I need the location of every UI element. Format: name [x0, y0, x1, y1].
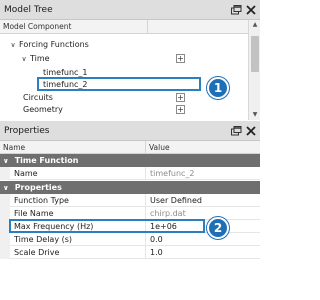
tree-item-label: timefunc_1: [43, 68, 88, 77]
tree-scrollbar[interactable]: ▲ ▼: [248, 20, 260, 120]
column-divider: [145, 246, 146, 259]
property-value[interactable]: 0.0: [150, 235, 163, 244]
property-row-scale-drive[interactable]: Scale Drive 1.0: [0, 246, 260, 259]
plus-icon[interactable]: +: [176, 54, 185, 63]
scroll-down-icon[interactable]: ▼: [249, 110, 261, 120]
column-divider: [145, 233, 146, 246]
tree-item-label: Circuits: [23, 93, 53, 102]
plus-icon[interactable]: +: [176, 93, 185, 102]
value-column: Value: [149, 143, 170, 152]
properties-header: Properties: [0, 121, 260, 141]
row-gutter: [0, 233, 10, 246]
section-time-function[interactable]: ∨ Time Function: [0, 154, 260, 167]
column-divider: [147, 20, 148, 34]
tree-item-circuits[interactable]: Circuits: [23, 92, 53, 103]
chevron-down-icon[interactable]: ∨: [9, 41, 17, 49]
row-gutter: [0, 167, 10, 180]
row-gutter: [0, 246, 10, 259]
chevron-down-icon[interactable]: ∨: [3, 184, 9, 192]
tree-item-label: Time: [30, 54, 50, 63]
model-component-column: Model Component: [3, 22, 72, 31]
tree-item-forcing-functions[interactable]: ∨ Forcing Functions: [9, 39, 89, 50]
model-tree-header: Model Tree: [0, 0, 260, 20]
close-icon[interactable]: [246, 4, 256, 15]
column-divider: [145, 194, 146, 207]
float-window-icon[interactable]: [231, 125, 242, 136]
model-tree-column-header: Model Component: [0, 20, 248, 34]
name-column: Name: [3, 143, 26, 152]
row-gutter: [0, 194, 10, 207]
tree-item-geometry[interactable]: Geometry: [23, 104, 63, 115]
property-name: Time Delay (s): [14, 235, 73, 244]
model-tree-title: Model Tree: [4, 4, 53, 15]
plus-icon[interactable]: +: [176, 105, 185, 114]
column-divider: [145, 141, 146, 154]
property-name: Name: [14, 169, 38, 178]
tree-item-label: Forcing Functions: [19, 40, 89, 49]
section-label: Time Function: [14, 156, 79, 165]
property-name: Function Type: [14, 196, 69, 205]
selection-highlight: [37, 77, 201, 91]
property-value[interactable]: User Defined: [150, 196, 202, 205]
chevron-down-icon[interactable]: ∨: [20, 55, 28, 63]
column-divider: [145, 167, 146, 180]
property-value[interactable]: 1.0: [150, 248, 163, 257]
float-window-icon[interactable]: [231, 4, 242, 15]
property-name: Scale Drive: [14, 248, 60, 257]
scroll-up-icon[interactable]: ▲: [249, 20, 261, 30]
scroll-thumb[interactable]: [251, 36, 259, 72]
property-row-function-type[interactable]: Function Type User Defined: [0, 194, 260, 207]
property-value: chirp.dat: [150, 209, 186, 218]
close-icon[interactable]: [246, 125, 256, 136]
tree-item-label: Geometry: [23, 105, 63, 114]
properties-column-header: Name Value: [0, 141, 260, 154]
section-label: Properties: [14, 183, 62, 192]
max-frequency-highlight: [9, 219, 205, 233]
tree-item-time[interactable]: ∨ Time: [20, 53, 50, 64]
callout-2: 2: [207, 217, 229, 239]
property-row-name[interactable]: Name timefunc_2: [0, 167, 260, 180]
callout-1: 1: [207, 77, 229, 99]
section-properties[interactable]: ∨ Properties: [0, 181, 260, 194]
chevron-down-icon[interactable]: ∨: [3, 157, 9, 165]
properties-title: Properties: [4, 125, 50, 136]
property-value: timefunc_2: [150, 169, 195, 178]
property-name: File Name: [14, 209, 54, 218]
